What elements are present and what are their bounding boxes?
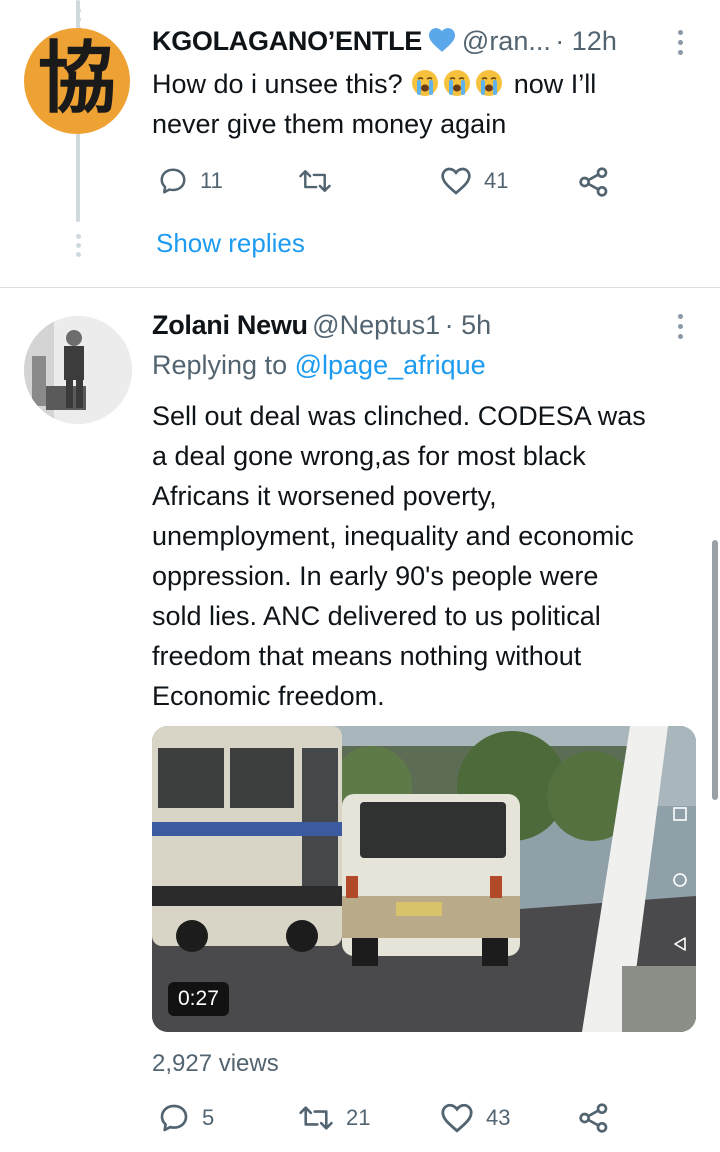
like-count: 41 [484, 168, 509, 193]
avatar-glyph: 協 [37, 33, 116, 124]
tweet-header: Zolani Newu @Neptus1 · 5h [152, 310, 491, 341]
tweet-text-line: now I’ll [513, 69, 597, 99]
share-icon [579, 1103, 608, 1133]
tweet-text-line: Africans it worsened poverty, [152, 481, 497, 511]
retweet-button[interactable] [298, 166, 332, 196]
reply-icon [160, 1104, 188, 1132]
reply-button[interactable]: 11 [158, 166, 223, 196]
tweet-text-line: How do i unsee this? [152, 69, 403, 99]
retweet-count: 21 [346, 1105, 371, 1130]
more-icon[interactable] [676, 30, 684, 60]
video-player[interactable] [152, 726, 696, 1032]
avatar[interactable]: 協 [24, 28, 130, 134]
more-icon[interactable] [676, 314, 684, 344]
avatar-photo [24, 316, 132, 424]
reply-count: 11 [200, 168, 223, 193]
scrollbar[interactable] [712, 540, 718, 800]
avatar[interactable] [24, 316, 132, 424]
tweet-text-line: Economic freedom. [152, 681, 385, 711]
tweet-text-line: sold lies. ANC delivered to us political [152, 601, 601, 631]
like-button[interactable]: 41 [440, 166, 508, 196]
tweet-text-line: a deal gone wrong,as for most black [152, 441, 586, 471]
tweet-text-line: oppression. In early 90's people were [152, 561, 599, 591]
replying-to-label: Replying to [152, 350, 288, 380]
author-handle[interactable]: @ran... [462, 26, 551, 56]
view-count: 2,927 views [152, 1050, 279, 1077]
crying-emoji-icon [412, 70, 439, 96]
reply-icon [160, 168, 186, 194]
like-button[interactable]: 43 [440, 1102, 510, 1134]
thread-dots [74, 234, 82, 261]
author-name[interactable]: Zolani Newu [152, 310, 308, 340]
retweet-icon [299, 1106, 333, 1130]
like-icon [441, 1103, 473, 1133]
heart-badge-icon [429, 28, 456, 52]
tweet-time[interactable]: · 5h [445, 310, 492, 340]
tweet-text-line: Sell out deal was clinched. CODESA was [152, 401, 646, 431]
like-icon [441, 167, 471, 195]
video-duration: 0:27 [168, 982, 229, 1016]
show-replies-link[interactable]: Show replies [156, 228, 305, 259]
replying-to-link[interactable]: @lpage_afrique [295, 350, 486, 380]
crying-emoji-icon [476, 70, 503, 96]
tweet-header: KGOLAGANO’ENTLE @ran... · 12h [152, 26, 617, 57]
reply-button[interactable]: 5 [158, 1102, 214, 1134]
tweet-text-line: never give them money again [152, 109, 507, 139]
tweet-time[interactable]: · 12h [555, 26, 617, 56]
retweet-button[interactable]: 21 [298, 1102, 370, 1134]
crying-emoji-icon [444, 70, 471, 96]
reply-count: 5 [202, 1105, 215, 1130]
replying-to: Replying to @lpage_afrique [152, 350, 486, 381]
video-thumbnail [152, 726, 696, 1032]
square-icon [673, 807, 687, 821]
share-icon [579, 167, 608, 197]
tweet-text: Sell out deal was clinched. CODESA was a… [152, 396, 702, 716]
author-name[interactable]: KGOLAGANO’ENTLE [152, 26, 422, 56]
retweet-icon [299, 170, 331, 192]
triangle-back-icon [674, 937, 686, 951]
author-handle[interactable]: @Neptus1 [312, 310, 440, 340]
circle-icon [673, 873, 687, 887]
share-button[interactable] [578, 1102, 610, 1139]
tweet-text-line: freedom that means nothing without [152, 641, 582, 671]
tweet-text-line: unemployment, inequality and economic [152, 521, 634, 551]
divider [0, 287, 720, 288]
share-button[interactable] [578, 166, 610, 203]
like-count: 43 [486, 1105, 511, 1130]
emoji-group [410, 69, 506, 99]
tweet-text: How do i unsee this? now I’ll never give… [152, 64, 692, 144]
